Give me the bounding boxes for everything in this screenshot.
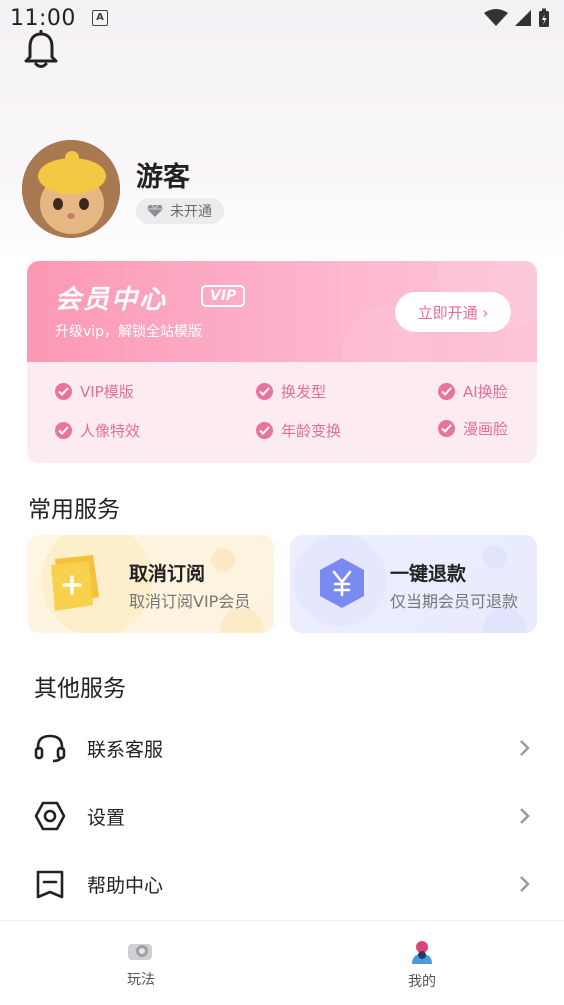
notification-icon: A <box>92 10 108 26</box>
common-services-title: 常用服务 <box>28 497 120 523</box>
vip-feature-label: AI换脸 <box>463 383 508 401</box>
diamond-icon <box>147 204 163 217</box>
row-label: 帮助中心 <box>87 874 164 897</box>
check-icon <box>438 383 455 400</box>
chevron-right-icon <box>520 876 530 892</box>
cat-avatar-image <box>22 140 120 238</box>
vip-feature: VIP模版 <box>55 381 134 402</box>
vip-feature-label: 换发型 <box>281 383 327 401</box>
card-title: 一键退款 <box>390 563 467 585</box>
row-label: 设置 <box>87 806 126 829</box>
status-time: 11:00 <box>10 6 76 31</box>
tab-label: 玩法 <box>127 972 155 988</box>
user-tab-icon <box>412 941 432 964</box>
card-title: 取消订阅 <box>129 563 206 585</box>
check-icon <box>55 383 72 400</box>
vip-feature-label: 漫画脸 <box>463 420 509 438</box>
vip-feature: 人像特效 <box>55 420 140 441</box>
avatar[interactable] <box>22 140 120 238</box>
vip-status-text: 未开通 <box>170 204 212 220</box>
vip-center-title: 会员中心 <box>55 285 168 315</box>
chevron-right-icon <box>520 740 530 756</box>
vip-feature-label: 年龄变换 <box>281 422 342 440</box>
tab-mine[interactable]: 我的 <box>362 939 482 991</box>
vip-subtitle: 升级vip，解锁全站模版 <box>55 324 203 340</box>
vip-feature-label: VIP模版 <box>80 383 134 401</box>
card-subtitle: 取消订阅VIP会员 <box>129 592 251 611</box>
one-click-refund-card[interactable]: 一键退款 仅当期会员可退款 <box>290 535 537 633</box>
bell-icon[interactable] <box>22 29 60 74</box>
chevron-right-icon <box>520 808 530 824</box>
vip-feature-label: 人像特效 <box>80 422 141 440</box>
check-icon <box>55 422 72 439</box>
vip-feature: 漫画脸 <box>438 418 508 439</box>
plus-card-icon <box>51 555 99 611</box>
headset-icon <box>34 734 66 763</box>
play-tab-icon <box>128 944 152 960</box>
vip-feature: 换发型 <box>256 381 326 402</box>
contact-support-row[interactable]: 联系客服 <box>0 714 564 782</box>
help-center-row[interactable]: 帮助中心 <box>0 850 564 918</box>
battery-icon <box>539 8 549 27</box>
username: 游客 <box>136 162 190 193</box>
tab-label: 我的 <box>408 974 436 990</box>
settings-row[interactable]: 设置 <box>0 782 564 850</box>
check-icon <box>438 420 455 437</box>
check-icon <box>256 383 273 400</box>
check-icon <box>256 422 273 439</box>
hexagon-settings-icon <box>34 801 66 831</box>
vip-center-card: 会员中心 VIP 升级vip，解锁全站模版 立即开通 › VIP模版 换发型 A… <box>27 261 537 463</box>
open-vip-button[interactable]: 立即开通 › <box>395 292 511 332</box>
wifi-icon <box>484 9 508 26</box>
vip-feature: AI换脸 <box>438 381 508 402</box>
cancel-subscription-card[interactable]: 取消订阅 取消订阅VIP会员 <box>27 535 274 633</box>
signal-icon <box>515 10 531 26</box>
vip-badge: VIP <box>201 285 246 307</box>
vip-feature: 年龄变换 <box>256 420 341 441</box>
yuan-hexagon-icon <box>320 558 364 608</box>
row-label: 联系客服 <box>87 738 164 761</box>
other-services-title: 其他服务 <box>34 676 126 702</box>
help-book-icon <box>36 870 64 899</box>
vip-card-header: 会员中心 VIP 升级vip，解锁全站模版 立即开通 › <box>27 261 537 362</box>
card-subtitle: 仅当期会员可退款 <box>390 592 519 611</box>
vip-status-badge: 未开通 <box>136 198 224 224</box>
bottom-tab-bar: 玩法 我的 <box>0 920 564 1005</box>
status-icons <box>484 8 550 28</box>
tab-play[interactable]: 玩法 <box>81 939 201 989</box>
